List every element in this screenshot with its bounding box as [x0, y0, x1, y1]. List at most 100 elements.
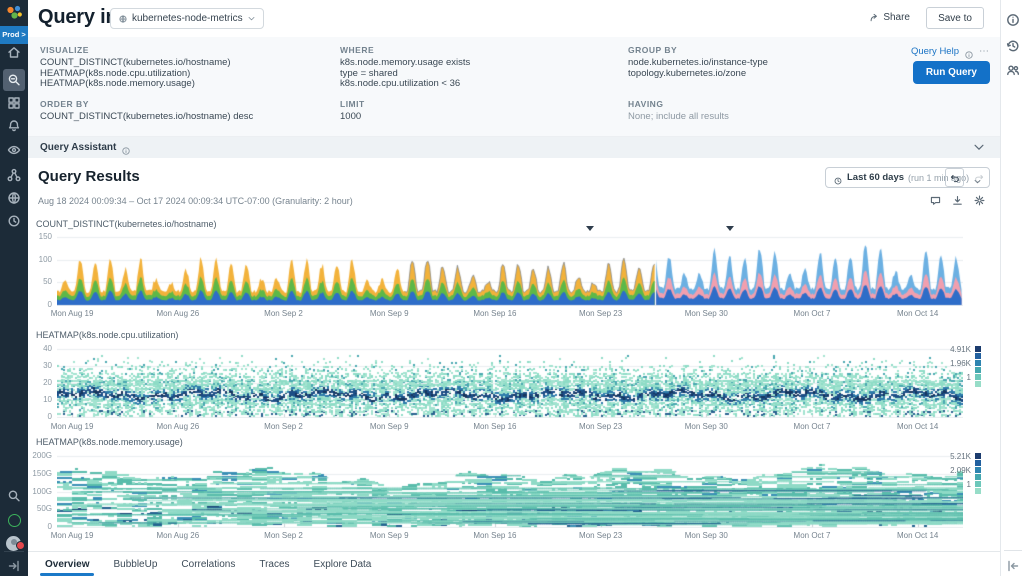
y-axis-tick: 30: [30, 361, 52, 370]
x-axis-label: Mon Sep 23: [579, 422, 622, 431]
query-clause[interactable]: topology.kubernetes.io/zone: [628, 69, 768, 80]
query-help-more-button[interactable]: ⋯: [979, 46, 990, 57]
x-axis-label: Mon Aug 26: [156, 422, 199, 431]
result-actions: [929, 194, 986, 207]
run-query-button[interactable]: Run Query: [913, 61, 990, 84]
x-axis-label: Mon Sep 9: [370, 531, 409, 540]
memory-heatmap-chart[interactable]: [57, 451, 963, 528]
slo-eye-icon[interactable]: [6, 142, 22, 158]
query-clause[interactable]: HEATMAP(k8s.node.memory.usage): [40, 79, 231, 90]
time-range-selector[interactable]: Last 60 days (run 1 min ago): [825, 167, 990, 188]
query-clause[interactable]: k8s.node.memory.usage exists: [340, 58, 470, 69]
query-clause[interactable]: 1000: [340, 112, 365, 123]
y-axis-tick: 0: [30, 300, 52, 309]
topbar: Query in kubernetes-node-metrics Share S…: [28, 0, 1000, 38]
tab-correlations[interactable]: Correlations: [181, 552, 235, 576]
order-by-clause-group: ORDER BYCOUNT_DISTINCT(kubernetes.io/hos…: [40, 99, 253, 123]
legend-swatch: [975, 360, 981, 366]
query-clause[interactable]: None; include all results: [628, 112, 729, 123]
dataset-selector[interactable]: kubernetes-node-metrics: [110, 8, 264, 29]
query-help-link[interactable]: Query Help: [911, 46, 959, 57]
y-axis-tick: 0: [30, 412, 52, 421]
tab-traces[interactable]: Traces: [259, 552, 289, 576]
service-map-icon[interactable]: [6, 167, 22, 183]
query-clause[interactable]: node.kubernetes.io/instance-type: [628, 58, 768, 69]
deploy-marker-icon[interactable]: [586, 226, 594, 235]
visualize-clause-group: VISUALIZECOUNT_DISTINCT(kubernetes.io/ho…: [40, 45, 231, 90]
clause-label: GROUP BY: [628, 45, 768, 55]
tab-explore-data[interactable]: Explore Data: [314, 552, 372, 576]
y-axis-tick: 50: [30, 277, 52, 286]
time-range-label: Last 60 days: [847, 172, 904, 183]
history-icon[interactable]: [1005, 38, 1021, 54]
y-axis-tick: 10: [30, 395, 52, 404]
results-tabs: Overview BubbleUp Correlations Traces Explor…: [28, 551, 1000, 576]
query-clause[interactable]: COUNT_DISTINCT(kubernetes.io/hostname): [40, 58, 231, 69]
legend-label: 5.21K: [950, 452, 971, 461]
date-range-text: Aug 18 2024 00:09:34 – Oct 17 2024 00:09…: [38, 196, 353, 206]
share-label: Share: [883, 12, 910, 23]
query-assistant-label: Query Assistant: [40, 142, 116, 153]
alerts-bell-icon[interactable]: [6, 118, 22, 134]
environment-globe-icon[interactable]: [6, 190, 22, 206]
notification-badge: [16, 541, 25, 550]
search-icon[interactable]: [6, 488, 22, 504]
legend-swatch: [975, 460, 981, 466]
share-button[interactable]: Share: [868, 12, 910, 23]
info-icon[interactable]: [1005, 12, 1021, 28]
tab-bubbleup[interactable]: BubbleUp: [113, 552, 157, 576]
deploy-marker-icon[interactable]: [726, 226, 734, 235]
honeycomb-logo[interactable]: [4, 3, 24, 28]
legend-label: 1: [967, 480, 971, 489]
x-axis-label: Mon Oct 14: [897, 309, 938, 318]
y-axis-tick: 0: [30, 522, 52, 531]
x-axis-label: Mon Sep 23: [579, 309, 622, 318]
y-axis-tick: 50G: [30, 504, 52, 513]
team-icon[interactable]: [1005, 62, 1021, 78]
chart-title: COUNT_DISTINCT(kubernetes.io/hostname): [36, 219, 217, 229]
legend-swatch: [975, 474, 981, 480]
x-axis-label: Mon Sep 30: [685, 309, 728, 318]
x-axis-label: Mon Aug 19: [51, 531, 94, 540]
legend-swatch: [975, 467, 981, 473]
legend-label: 2.09K: [950, 466, 971, 475]
results-title: Query Results: [38, 168, 140, 185]
comment-icon[interactable]: [929, 194, 942, 207]
save-to-button[interactable]: Save to: [926, 7, 984, 29]
sidebar-divider: [4, 551, 24, 552]
query-clause[interactable]: COUNT_DISTINCT(kubernetes.io/hostname) d…: [40, 112, 253, 123]
gear-icon[interactable]: [973, 194, 986, 207]
y-axis-tick: 100: [30, 255, 52, 264]
previous-query-button[interactable]: [945, 168, 964, 187]
clause-label: LIMIT: [340, 99, 365, 109]
stacked-area-chart[interactable]: [57, 232, 963, 306]
chevron-down-icon[interactable]: [972, 140, 986, 154]
activity-history-icon[interactable]: [6, 213, 22, 229]
cpu-heatmap-chart[interactable]: [57, 344, 963, 418]
x-axis-label: Mon Oct 14: [897, 531, 938, 540]
home-icon[interactable]: [6, 44, 22, 60]
info-icon[interactable]: [964, 47, 974, 57]
x-axis-label: Mon Sep 2: [264, 422, 303, 431]
status-ring-icon[interactable]: [8, 514, 21, 527]
legend-label: 1: [967, 373, 971, 382]
next-query-button[interactable]: [969, 168, 988, 187]
tab-overview[interactable]: Overview: [45, 552, 89, 576]
boards-icon[interactable]: [6, 95, 22, 111]
page-title: Query in: [38, 6, 118, 29]
y-axis-tick: 200G: [30, 451, 52, 460]
download-icon[interactable]: [951, 194, 964, 207]
where-clause-group: WHEREk8s.node.memory.usage existstype = …: [340, 45, 470, 90]
expand-sidebar-icon[interactable]: [6, 558, 22, 574]
x-axis-label: Mon Oct 7: [794, 422, 831, 431]
collapse-rail-icon[interactable]: [1005, 558, 1021, 574]
x-axis-label: Mon Sep 2: [264, 309, 303, 318]
y-axis-tick: 40: [30, 344, 52, 353]
query-assistant-bar[interactable]: Query Assistant: [28, 137, 1000, 158]
query-icon[interactable]: [6, 72, 22, 88]
query-builder: VISUALIZECOUNT_DISTINCT(kubernetes.io/ho…: [28, 37, 1000, 137]
environment-selector[interactable]: Prod >: [0, 26, 28, 44]
legend-swatch: [975, 488, 981, 494]
query-clause[interactable]: k8s.node.cpu.utilization < 36: [340, 79, 470, 90]
x-axis-label: Mon Sep 16: [473, 422, 516, 431]
